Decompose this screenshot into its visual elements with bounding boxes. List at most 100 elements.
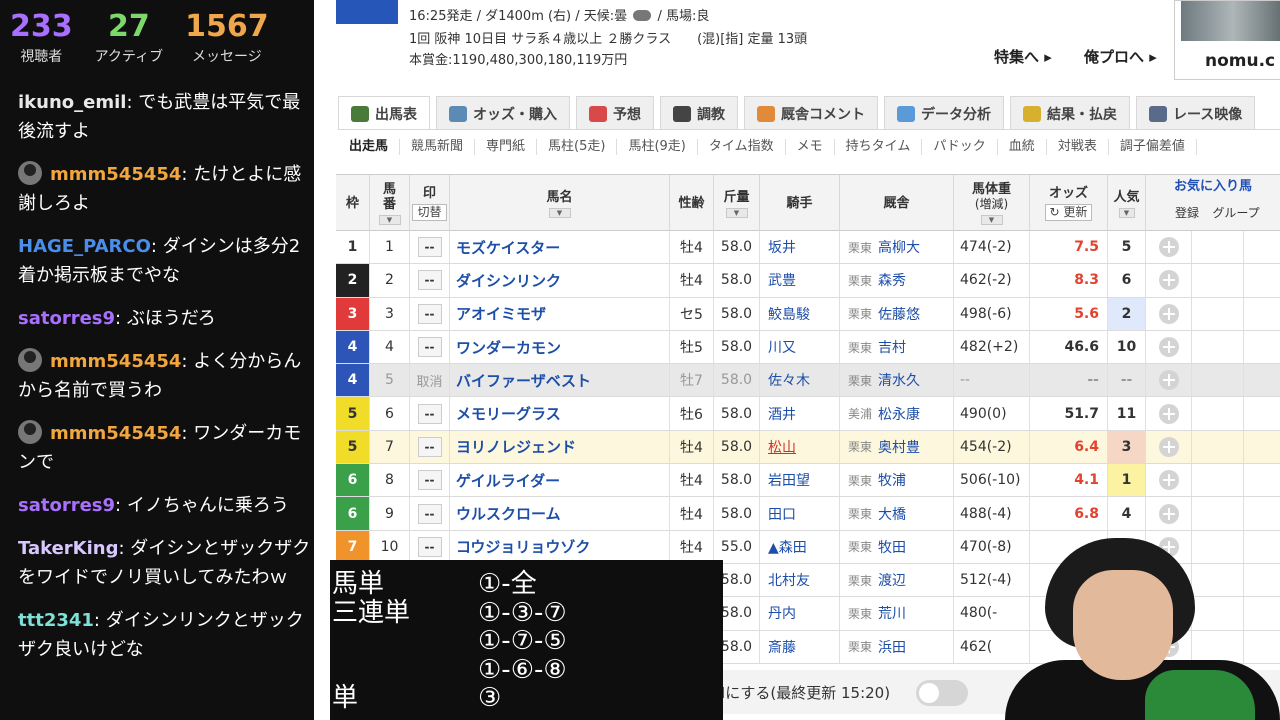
jockey-link[interactable]: 北村友 [760, 563, 840, 597]
jockey-link[interactable]: 鮫島駿 [760, 297, 840, 330]
subtab-1[interactable]: 競馬新聞 [400, 138, 476, 155]
odds-refresh-button[interactable]: ↻ 更新 [1044, 204, 1093, 221]
subtab-9[interactable]: 血統 [998, 138, 1047, 155]
trainer-link[interactable]: 松永康 [878, 404, 920, 424]
sort-icon[interactable]: ▼ [548, 207, 571, 218]
tab-6[interactable]: 結果・払戻 [1010, 96, 1130, 130]
mark-toggle-button[interactable]: 切替 [412, 204, 447, 221]
sort-icon[interactable]: ▼ [725, 207, 748, 218]
mark-select-button[interactable]: -- [417, 436, 442, 457]
tab-0[interactable]: 出馬表 [338, 96, 430, 130]
chat-username[interactable]: TakerKing [18, 538, 119, 559]
jockey-name[interactable]: ▲森田 [768, 537, 807, 557]
tab-7[interactable]: レース映像 [1136, 96, 1256, 130]
jockey-link[interactable]: 酒井 [760, 397, 840, 430]
header-body-weight[interactable]: 馬体重 (増減) ▼ [954, 175, 1030, 232]
jockey-name[interactable]: 佐々木 [768, 370, 810, 390]
tab-4[interactable]: 厩舎コメント [744, 96, 878, 130]
jockey-name[interactable]: 川又 [768, 337, 796, 357]
jockey-name[interactable]: 斎藤 [768, 637, 796, 657]
trainer-link[interactable]: 荒川 [878, 603, 906, 623]
mark-select-button[interactable]: -- [417, 270, 442, 291]
ad-banner[interactable]: nomu.c [1174, 0, 1280, 80]
chat-username[interactable]: mmm545454 [50, 164, 181, 185]
horse-name-link[interactable]: ヨリノレジェンド [450, 430, 670, 464]
chat-username[interactable]: satorres9 [18, 495, 115, 516]
jockey-link[interactable]: 佐々木 [760, 364, 840, 397]
horse-name-link[interactable]: ウルスクローム [450, 497, 670, 530]
jockey-link[interactable]: ▲森田 [760, 530, 840, 563]
mark-select-button[interactable]: -- [417, 503, 442, 524]
jockey-name[interactable]: 坂井 [768, 237, 796, 257]
subtab-0[interactable]: 出走馬 [338, 138, 401, 155]
add-favorite-icon[interactable] [1158, 370, 1179, 391]
trainer-link[interactable]: 渡辺 [878, 570, 906, 590]
subtab-11[interactable]: 調子偏差値 [1109, 138, 1197, 155]
subtab-2[interactable]: 専門紙 [475, 138, 538, 155]
mark-select-button[interactable]: -- [417, 237, 442, 258]
orepro-link[interactable]: 俺プロへ ▸ [1084, 46, 1157, 67]
trainer-link[interactable]: 大橋 [878, 504, 906, 524]
jockey-link[interactable]: 武豊 [760, 264, 840, 297]
subtab-7[interactable]: 持ちタイム [835, 138, 923, 155]
add-favorite-icon[interactable] [1158, 403, 1179, 424]
horse-name-link[interactable]: モズケイスター [450, 231, 670, 264]
jockey-link[interactable]: 川又 [760, 330, 840, 364]
mark-select-button[interactable]: -- [417, 337, 442, 358]
chat-username[interactable]: HAGE_PARCO [18, 236, 151, 257]
mark-select-button[interactable]: -- [417, 470, 442, 491]
jockey-name[interactable]: 北村友 [768, 570, 810, 590]
horse-name-link[interactable]: ダイシンリンク [450, 264, 670, 297]
tab-2[interactable]: 予想 [576, 96, 654, 130]
horse-name-link[interactable]: アオイミモザ [450, 297, 670, 330]
sort-icon[interactable]: ▼ [980, 215, 1003, 225]
add-favorite-icon[interactable] [1158, 436, 1179, 457]
jockey-link[interactable]: 松山 [760, 430, 840, 464]
header-popularity[interactable]: 人気 ▼ [1108, 175, 1146, 232]
header-weight[interactable]: 斤量 ▼ [714, 175, 760, 232]
header-num[interactable]: 馬番 ▼ [370, 175, 410, 232]
jockey-link[interactable]: 坂井 [760, 231, 840, 264]
header-name[interactable]: 馬名 ▼ [450, 175, 670, 232]
horse-name-link[interactable]: ワンダーカモン [450, 330, 670, 364]
subtab-4[interactable]: 馬柱(9走) [617, 138, 698, 155]
add-favorite-icon[interactable] [1158, 337, 1179, 358]
horse-name-link[interactable]: ゲイルライダー [450, 464, 670, 497]
sort-icon[interactable]: ▼ [1118, 207, 1135, 218]
auto-update-toggle[interactable] [916, 680, 968, 706]
trainer-link[interactable]: 浜田 [878, 637, 906, 657]
sort-icon[interactable]: ▼ [378, 215, 401, 225]
add-favorite-icon[interactable] [1158, 237, 1179, 258]
jockey-name[interactable]: 丹内 [768, 603, 796, 623]
jockey-name[interactable]: 鮫島駿 [768, 304, 810, 324]
trainer-link[interactable]: 清水久 [878, 370, 920, 390]
mark-select-button[interactable]: -- [417, 403, 442, 424]
jockey-name[interactable]: 酒井 [768, 404, 796, 424]
chat-username[interactable]: mmm545454 [50, 423, 181, 444]
trainer-link[interactable]: 牧田 [878, 537, 906, 557]
jockey-link[interactable]: 丹内 [760, 597, 840, 630]
trainer-link[interactable]: 佐藤悠 [878, 304, 920, 324]
add-favorite-icon[interactable] [1158, 270, 1179, 291]
subtab-6[interactable]: メモ [786, 138, 835, 155]
trainer-link[interactable]: 吉村 [878, 337, 906, 357]
trainer-link[interactable]: 高柳大 [878, 237, 920, 257]
jockey-name[interactable]: 松山 [768, 437, 796, 457]
jockey-link[interactable]: 岩田望 [760, 464, 840, 497]
mark-select-button[interactable]: -- [417, 536, 442, 557]
jockey-name[interactable]: 武豊 [768, 270, 796, 290]
chat-username[interactable]: mmm545454 [50, 351, 181, 372]
subtab-5[interactable]: タイム指数 [698, 138, 786, 155]
horse-name-link[interactable]: メモリーグラス [450, 397, 670, 430]
chat-username[interactable]: ikuno_emil [18, 92, 126, 113]
subtab-3[interactable]: 馬柱(5走) [537, 138, 618, 155]
add-favorite-icon[interactable] [1158, 470, 1179, 491]
tab-3[interactable]: 調教 [660, 96, 738, 130]
chat-username[interactable]: satorres9 [18, 308, 115, 329]
feature-link[interactable]: 特集へ ▸ [994, 46, 1052, 67]
jockey-link[interactable]: 斎藤 [760, 630, 840, 663]
trainer-link[interactable]: 森秀 [878, 270, 906, 290]
jockey-name[interactable]: 田口 [768, 504, 796, 524]
add-favorite-icon[interactable] [1158, 503, 1179, 524]
horse-name-link[interactable]: コウジョリョウゾク [450, 530, 670, 563]
